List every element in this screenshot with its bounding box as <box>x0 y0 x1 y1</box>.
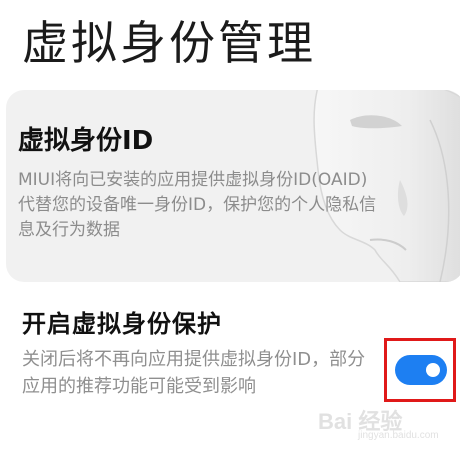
setting-title: 开启虚拟身份保护 <box>22 310 222 338</box>
info-card: 虚拟身份ID MIUI将向已安装的应用提供虚拟身份ID(OAID)代替您的设备唯… <box>6 90 460 282</box>
page-title: 虚拟身份管理 <box>22 16 316 70</box>
setting-description: 关闭后将不再向应用提供虚拟身份ID，部分应用的推荐功能可能受到影响 <box>22 349 366 397</box>
baidu-watermark: Bai 经验 jingyan.baidu.com <box>318 404 454 444</box>
red-highlight-box <box>384 338 456 402</box>
card-description: MIUI将向已安装的应用提供虚拟身份ID(OAID)代替您的设备唯一身份ID，保… <box>18 170 377 240</box>
card-title: 虚拟身份ID <box>18 126 154 156</box>
watermark-url: jingyan.baidu.com <box>358 430 439 441</box>
